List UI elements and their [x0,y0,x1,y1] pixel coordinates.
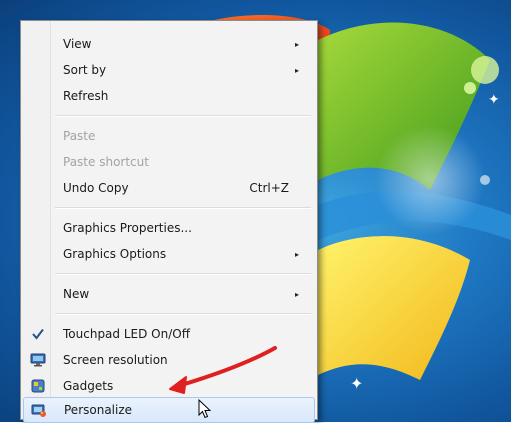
menu-item-label: Refresh [63,89,109,103]
menu-item-sort-by[interactable]: Sort by ▸ [23,57,315,83]
menu-item-label: Graphics Properties... [63,221,192,235]
menu-item-personalize[interactable]: Personalize [23,397,315,423]
personalize-icon [30,401,48,419]
menu-item-label: Gadgets [63,379,114,393]
menu-item-label: Screen resolution [63,353,168,367]
desktop-context-menu: View ▸ Sort by ▸ Refresh Paste Paste sho… [20,20,318,423]
menu-item-gadgets[interactable]: Gadgets [23,373,315,399]
menu-item-label: Sort by [63,63,107,77]
gadgets-icon [29,377,47,395]
menu-item-view[interactable]: View ▸ [23,31,315,57]
menu-item-touchpad-led[interactable]: Touchpad LED On/Off [23,321,315,347]
menu-item-label: Undo Copy [63,181,129,195]
menu-item-label: Paste [63,129,96,143]
checkmark-icon [29,325,47,343]
mouse-cursor-icon [198,399,212,419]
submenu-arrow-icon: ▸ [294,289,299,299]
menu-separator [55,207,311,209]
menu-item-new[interactable]: New ▸ [23,281,315,307]
menu-item-shortcut: Ctrl+Z [249,181,289,195]
menu-item-paste-shortcut[interactable]: Paste shortcut [23,149,315,175]
menu-separator [55,273,311,275]
menu-separator [55,313,311,315]
menu-item-label: Graphics Options [63,247,167,261]
menu-item-label: Paste shortcut [63,155,149,169]
menu-item-graphics-options[interactable]: Graphics Options ▸ [23,241,315,267]
menu-item-label: View [63,37,92,51]
submenu-arrow-icon: ▸ [294,249,299,259]
menu-item-refresh[interactable]: Refresh [23,83,315,109]
submenu-arrow-icon: ▸ [294,39,299,49]
menu-separator [55,115,311,117]
menu-item-label: New [63,287,90,301]
menu-item-screen-resolution[interactable]: Screen resolution [23,347,315,373]
menu-item-label: Personalize [64,403,133,417]
sparkle-icon: ✦ [488,92,500,108]
menu-item-label: Touchpad LED On/Off [63,327,190,341]
monitor-icon [29,351,47,369]
submenu-arrow-icon: ▸ [294,65,299,75]
menu-item-graphics-properties[interactable]: Graphics Properties... [23,215,315,241]
menu-item-undo-copy[interactable]: Undo Copy Ctrl+Z [23,175,315,201]
sparkle-icon: ✦ [350,374,364,393]
menu-item-paste[interactable]: Paste [23,123,315,149]
